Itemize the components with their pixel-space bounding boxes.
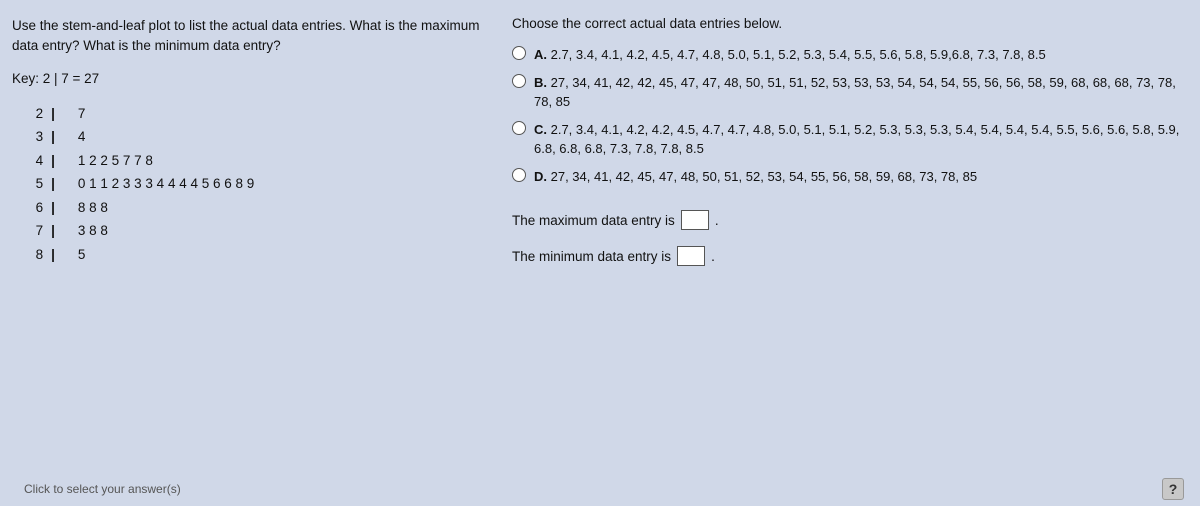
stem-cell: 2	[12, 102, 47, 126]
leaf-cell: 4	[74, 125, 492, 149]
stem-cell: 5	[12, 172, 47, 196]
min-entry-row: The minimum data entry is .	[512, 246, 1188, 266]
option-label: D.	[534, 169, 547, 184]
stem-leaf-row: 3 | 4	[12, 125, 492, 149]
separator: |	[47, 125, 74, 149]
separator: |	[47, 149, 74, 173]
stem-cell: 8	[12, 243, 47, 267]
min-entry-box[interactable]	[677, 246, 705, 266]
stem-cell: 6	[12, 196, 47, 220]
leaf-cell: 0 1 1 2 3 3 3 4 4 4 4 5 6 6 8 9	[74, 172, 492, 196]
stem-leaf-row: 4 | 1 2 2 5 7 7 8	[12, 149, 492, 173]
option-row-B: B. 27, 34, 41, 42, 42, 45, 47, 47, 48, 5…	[512, 73, 1188, 112]
option-row-A: A. 2.7, 3.4, 4.1, 4.2, 4.5, 4.7, 4.8, 5.…	[512, 45, 1188, 65]
stem-cell: 7	[12, 219, 47, 243]
min-entry-period: .	[711, 249, 715, 264]
max-entry-period: .	[715, 213, 719, 228]
option-label: C.	[534, 122, 547, 137]
stem-leaf-row: 6 | 8 8 8	[12, 196, 492, 220]
leaf-cell: 1 2 2 5 7 7 8	[74, 149, 492, 173]
separator: |	[47, 243, 74, 267]
separator: |	[47, 196, 74, 220]
key-text: Key: 2 | 7 = 27	[12, 71, 492, 86]
max-entry-box[interactable]	[681, 210, 709, 230]
stem-cell: 4	[12, 149, 47, 173]
left-panel: Use the stem-and-leaf plot to list the a…	[12, 16, 492, 468]
click-select-label: Click to select your answer(s)	[12, 478, 193, 500]
option-label: B.	[534, 75, 547, 90]
right-header: Choose the correct actual data entries b…	[512, 16, 1188, 31]
min-entry-label: The minimum data entry is	[512, 249, 671, 264]
max-entry-row: The maximum data entry is .	[512, 210, 1188, 230]
options-container: A. 2.7, 3.4, 4.1, 4.2, 4.5, 4.7, 4.8, 5.…	[512, 45, 1188, 194]
separator: |	[47, 219, 74, 243]
separator: |	[47, 172, 74, 196]
leaf-cell: 5	[74, 243, 492, 267]
option-text-B: B. 27, 34, 41, 42, 42, 45, 47, 47, 48, 5…	[534, 73, 1188, 112]
stem-cell: 3	[12, 125, 47, 149]
stem-leaf-row: 8 | 5	[12, 243, 492, 267]
separator: |	[47, 102, 74, 126]
stem-leaf-table: 2 | 7 3 | 4 4 | 1 2 2 5 7 7 8 5 | 0 1 1 …	[12, 102, 492, 267]
option-text-A: A. 2.7, 3.4, 4.1, 4.2, 4.5, 4.7, 4.8, 5.…	[534, 45, 1046, 65]
stem-leaf-row: 5 | 0 1 1 2 3 3 3 4 4 4 4 5 6 6 8 9	[12, 172, 492, 196]
stem-leaf-row: 7 | 3 8 8	[12, 219, 492, 243]
max-entry-label: The maximum data entry is	[512, 213, 675, 228]
help-button[interactable]: ?	[1162, 478, 1184, 500]
option-label: A.	[534, 47, 547, 62]
leaf-cell: 8 8 8	[74, 196, 492, 220]
radio-D[interactable]	[512, 168, 526, 182]
option-row-D: D. 27, 34, 41, 42, 45, 47, 48, 50, 51, 5…	[512, 167, 1188, 187]
radio-B[interactable]	[512, 74, 526, 88]
leaf-cell: 7	[74, 102, 492, 126]
right-panel: Choose the correct actual data entries b…	[512, 16, 1188, 468]
radio-C[interactable]	[512, 121, 526, 135]
option-row-C: C. 2.7, 3.4, 4.1, 4.2, 4.2, 4.5, 4.7, 4.…	[512, 120, 1188, 159]
option-text-C: C. 2.7, 3.4, 4.1, 4.2, 4.2, 4.5, 4.7, 4.…	[534, 120, 1188, 159]
question-text: Use the stem-and-leaf plot to list the a…	[12, 16, 492, 57]
stem-leaf-row: 2 | 7	[12, 102, 492, 126]
radio-A[interactable]	[512, 46, 526, 60]
leaf-cell: 3 8 8	[74, 219, 492, 243]
option-text-D: D. 27, 34, 41, 42, 45, 47, 48, 50, 51, 5…	[534, 167, 977, 187]
